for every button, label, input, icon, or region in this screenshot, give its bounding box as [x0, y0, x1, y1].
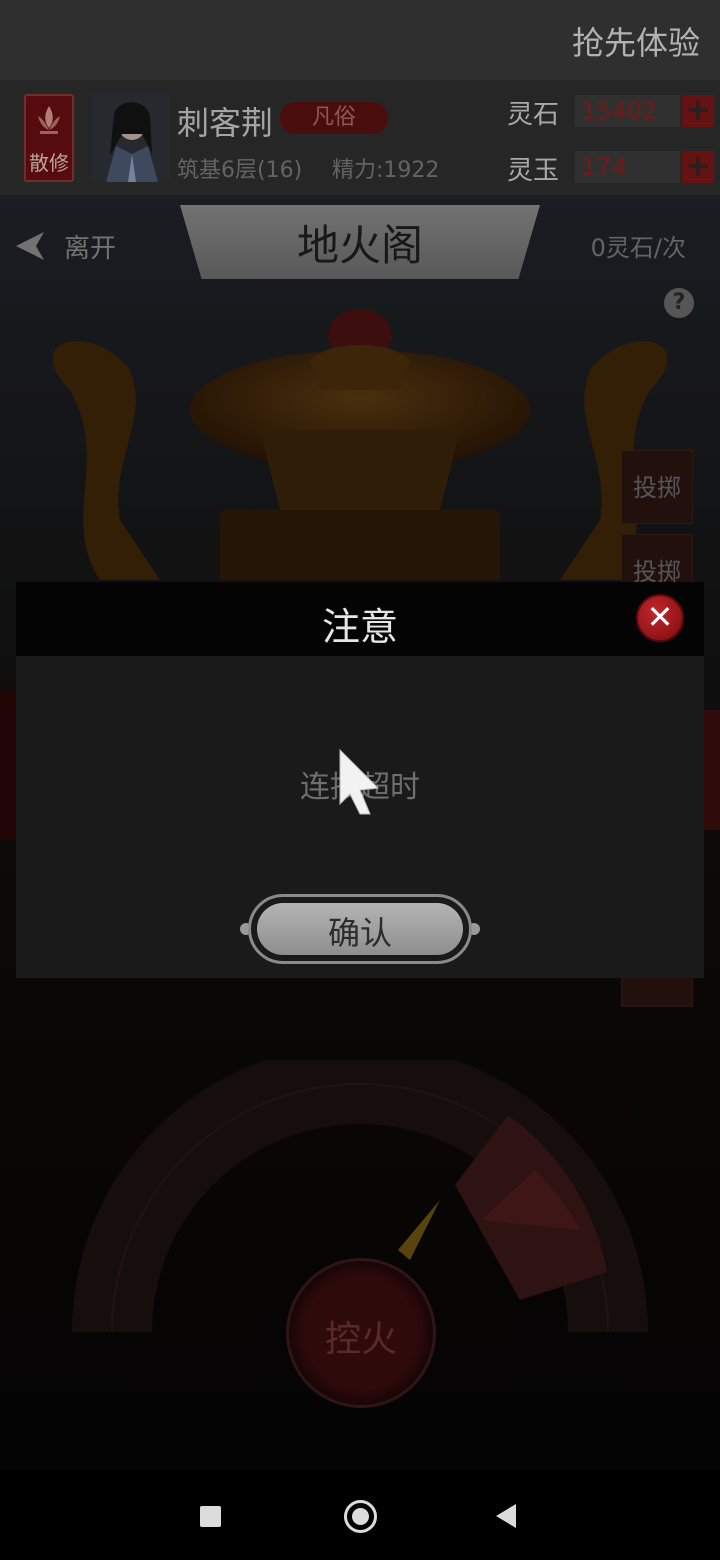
back-icon[interactable] [496, 1504, 516, 1528]
confirm-button-wrap: 确认 [238, 894, 482, 964]
home-icon-core [352, 1508, 369, 1525]
confirm-label: 确认 [327, 914, 392, 952]
home-icon[interactable] [344, 1500, 377, 1533]
close-button[interactable]: ✕ [636, 594, 684, 642]
recent-apps-icon[interactable] [200, 1506, 221, 1527]
dialog-title: 注意 [321, 605, 398, 649]
close-icon: ✕ [646, 598, 674, 636]
pointer-cursor-icon [339, 748, 380, 815]
